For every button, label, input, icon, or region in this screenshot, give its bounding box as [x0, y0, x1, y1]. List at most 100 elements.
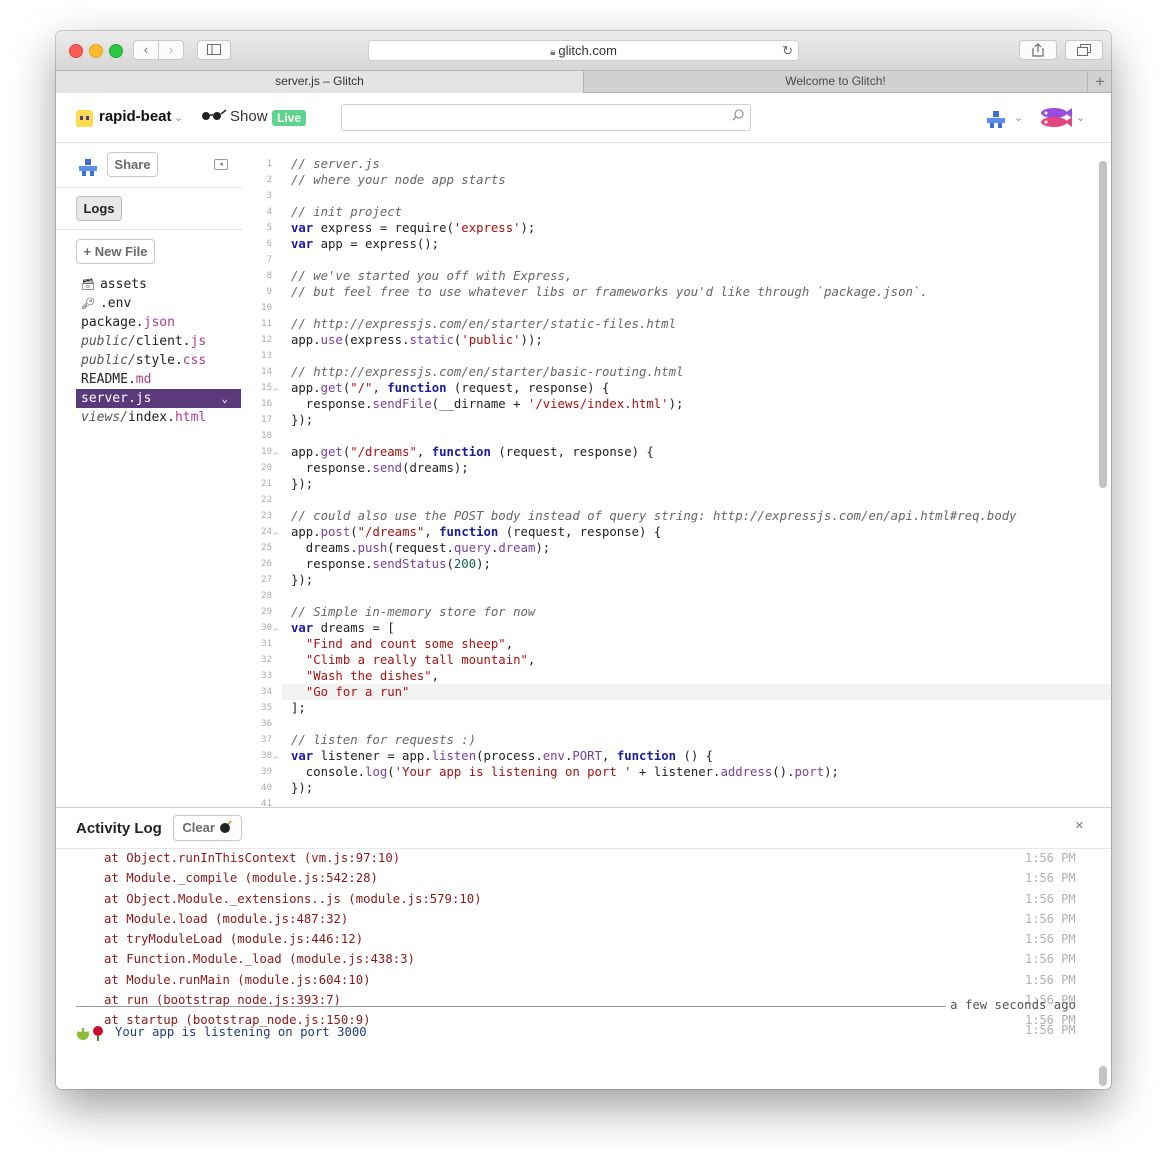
code-line[interactable]: 9 // but feel free to use whatever libs o… [242, 284, 1111, 300]
line-number: 40 [261, 783, 272, 793]
code-line[interactable]: 7 [242, 252, 1111, 268]
close-window-button[interactable] [69, 44, 83, 58]
code-line[interactable]: 2 // where your node app starts [242, 172, 1111, 188]
chevron-down-icon[interactable]: ⌄ [174, 111, 183, 124]
code-line[interactable]: 30 ⌄ var dreams = [ [242, 620, 1111, 636]
editor-scrollbar-thumb[interactable] [1099, 161, 1107, 488]
code-line[interactable]: 10 [242, 300, 1111, 316]
tabs-overview-icon [1077, 44, 1091, 56]
code-line[interactable]: 5 var express = require('express'); [242, 220, 1111, 236]
line-number: 19 [261, 447, 272, 457]
reload-icon[interactable]: ↻ [782, 41, 793, 61]
team-avatar-icon[interactable] [985, 108, 1007, 130]
code-line[interactable]: 1 // server.js [242, 156, 1111, 172]
code-line[interactable]: 23 // could also use the POST body instea… [242, 508, 1111, 524]
code-line[interactable]: 32 "Climb a really tall mountain", [242, 652, 1111, 668]
log-scrollbar-thumb[interactable] [1099, 1066, 1107, 1086]
project-avatar-icon[interactable] [76, 110, 93, 127]
file-sidebar: Share ◂ Logs + New File 🗃︎ assets 🔑︎ .env pa… [56, 143, 243, 807]
code-line[interactable]: 22 [242, 492, 1111, 508]
forward-button[interactable]: › [158, 40, 184, 60]
file-item[interactable]: server.js ⌄ [76, 389, 241, 408]
code-line[interactable]: 35]; [242, 700, 1111, 716]
collapse-sidebar-icon[interactable]: ◂ [214, 159, 228, 170]
code-line[interactable]: 29 // Simple in-memory store for now [242, 604, 1111, 620]
sunglasses-icon[interactable] [201, 108, 227, 124]
code-editor[interactable]: 1 // server.js 2 // where your node app sta… [242, 143, 1111, 807]
back-button[interactable]: ‹ [133, 40, 159, 60]
fold-toggle-icon[interactable]: ⌄ [273, 444, 278, 460]
fold-toggle-icon[interactable]: ⌄ [273, 620, 278, 636]
code-line[interactable]: 41 [242, 796, 1111, 807]
code-line[interactable]: 6 var app = express(); [242, 236, 1111, 252]
file-item[interactable]: README.md [76, 370, 241, 389]
show-button[interactable]: Show [230, 108, 268, 125]
code-line[interactable]: 31 "Find and count some sheep", [242, 636, 1111, 652]
code-line[interactable]: 38 ⌄ var listener = app.listen(process.env… [242, 748, 1111, 764]
chevron-down-icon[interactable]: ⌄ [221, 389, 228, 408]
code-line[interactable]: 16 response.sendFile(__dirname + '/views… [242, 396, 1111, 412]
new-file-button[interactable]: + New File [76, 239, 155, 264]
code-line[interactable]: 26 response.sendStatus(200); [242, 556, 1111, 572]
user-avatar-icon[interactable] [1039, 106, 1073, 130]
team-avatar-icon[interactable] [77, 156, 99, 178]
line-number: 29 [261, 607, 272, 617]
clear-log-button[interactable]: Clear [173, 815, 242, 841]
chevron-down-icon[interactable]: ⌄ [1076, 111, 1085, 124]
code-line[interactable]: 37 // listen for requests :) [242, 732, 1111, 748]
zoom-window-button[interactable] [109, 44, 123, 58]
line-number: 14 [261, 367, 272, 377]
log-entry: at tryModuleLoad (module.js:446:12) 1:56 … [56, 929, 1111, 949]
code-line[interactable]: 34 "Go for a run" [261, 684, 1111, 700]
chevron-down-icon[interactable]: ⌄ [1014, 111, 1023, 124]
tab-server-js[interactable]: server.js – Glitch [56, 71, 583, 93]
code-line[interactable]: 40}); [242, 780, 1111, 796]
code-line[interactable]: 28 [242, 588, 1111, 604]
code-line[interactable]: 8 // we've started you off with Express, [242, 268, 1111, 284]
file-item[interactable]: views/index.html [76, 408, 241, 427]
tab-welcome[interactable]: Welcome to Glitch! [583, 71, 1087, 93]
code-line[interactable]: 33 "Wash the dishes", [242, 668, 1111, 684]
key-icon: 🔑︎ [81, 297, 95, 310]
search-input[interactable] [341, 104, 751, 131]
code-line[interactable]: 19 ⌄ app.get("/dreams", function (request,… [242, 444, 1111, 460]
sidebar-toggle-button[interactable] [197, 40, 231, 60]
code-line[interactable]: 25 dreams.push(request.query.dream); [242, 540, 1111, 556]
code-line[interactable]: 13 [242, 348, 1111, 364]
code-line[interactable]: 15 ⌄ app.get("/", function (request, respo… [242, 380, 1111, 396]
file-item[interactable]: public/client.js [76, 332, 241, 351]
show-tabs-button[interactable] [1065, 40, 1103, 60]
share-project-button[interactable]: Share [107, 152, 158, 177]
title-bar: ‹ › 🔒︎ glitch.com ↻ [56, 31, 1111, 70]
code-line[interactable]: 12 app.use(express.static('public')); [242, 332, 1111, 348]
code-line[interactable]: 4 // init project [242, 204, 1111, 220]
file-item[interactable]: 🔑︎ .env [76, 294, 241, 313]
fold-toggle-icon[interactable]: ⌄ [273, 380, 278, 396]
code-line[interactable]: 36 [242, 716, 1111, 732]
code-area[interactable]: 1 // server.js 2 // where your node app sta… [242, 156, 1111, 807]
project-name[interactable]: rapid-beat [99, 108, 172, 125]
fold-toggle-icon[interactable]: ⌄ [273, 748, 278, 764]
code-line[interactable]: 20 response.send(dreams); [242, 460, 1111, 476]
code-line[interactable]: 11 // http://expressjs.com/en/starter/sta… [242, 316, 1111, 332]
close-icon[interactable]: × [1075, 817, 1084, 834]
code-line[interactable]: 14 // http://expressjs.com/en/starter/bas… [242, 364, 1111, 380]
code-line[interactable]: 17}); [242, 412, 1111, 428]
code-line[interactable]: 39 console.log('Your app is listening on… [242, 764, 1111, 780]
logs-button[interactable]: Logs [76, 196, 122, 221]
line-number: 36 [261, 719, 272, 729]
share-sheet-button[interactable] [1019, 40, 1057, 60]
code-text: // listen for requests :) [291, 733, 477, 747]
code-line[interactable]: 18 [242, 428, 1111, 444]
code-line[interactable]: 3 [242, 188, 1111, 204]
fold-toggle-icon[interactable]: ⌄ [273, 524, 278, 540]
new-tab-button[interactable]: + [1087, 71, 1111, 93]
file-item[interactable]: package.json [76, 313, 241, 332]
file-item[interactable]: 🗃︎ assets [76, 275, 241, 294]
file-item[interactable]: public/style.css [76, 351, 241, 370]
address-bar[interactable]: 🔒︎ glitch.com ↻ [368, 40, 799, 61]
code-line[interactable]: 27}); [242, 572, 1111, 588]
minimize-window-button[interactable] [89, 44, 103, 58]
code-line[interactable]: 21}); [242, 476, 1111, 492]
code-line[interactable]: 24 ⌄ app.post("/dreams", function (request… [242, 524, 1111, 540]
